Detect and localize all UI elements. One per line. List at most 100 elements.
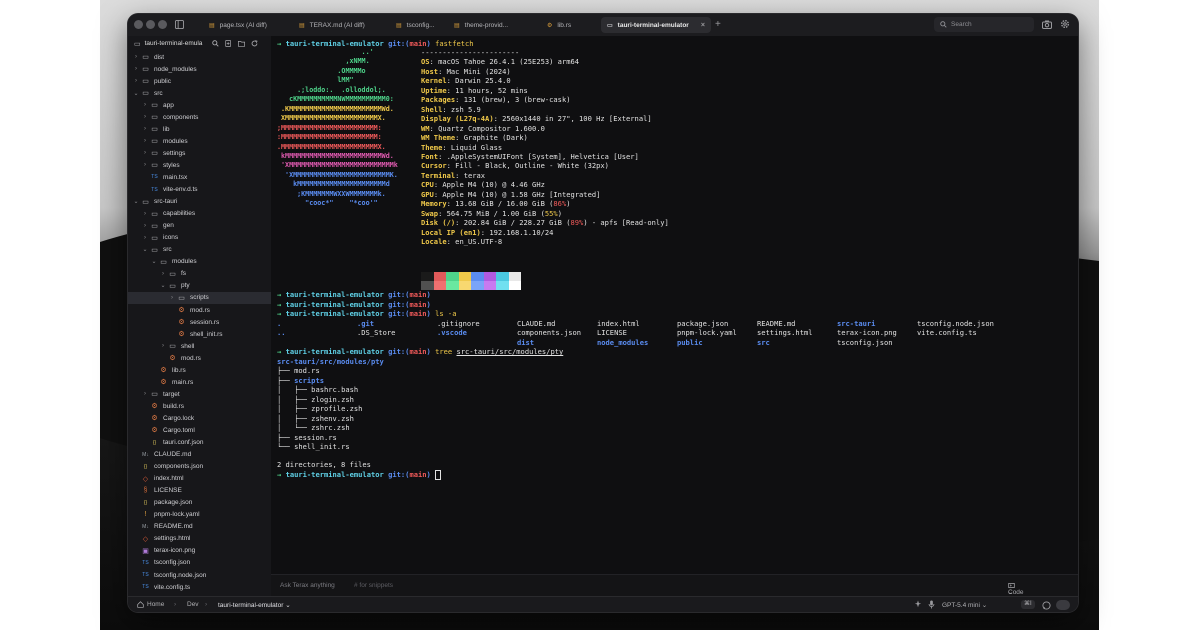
- tree-item-terax-icon-png[interactable]: ▣ terax-icon.png: [128, 545, 271, 557]
- tree-item-shell[interactable]: › ▭ shell: [128, 340, 271, 352]
- chevron-down-icon[interactable]: ⌄: [132, 90, 140, 97]
- tree-item-vite-env-d-ts[interactable]: TS vite-env.d.ts: [128, 184, 271, 196]
- wand-icon[interactable]: [914, 600, 922, 609]
- breadcrumb-home[interactable]: Home: [137, 601, 164, 608]
- tree-item-pnpm-lock-yaml[interactable]: ! pnpm-lock.yaml: [128, 509, 271, 521]
- chevron-down-icon[interactable]: ⌄: [132, 198, 140, 205]
- tree-item-src[interactable]: ⌄ ▭ src: [128, 244, 271, 256]
- close-tab-icon[interactable]: ×: [701, 22, 705, 29]
- tree-item-vite-config-ts[interactable]: TS vite.config.ts: [128, 581, 271, 593]
- terminal-output[interactable]: → tauri-terminal-emulator git:(main) fas…: [271, 36, 1078, 574]
- tree-item-shell-init-rs[interactable]: ⚙ shell_init.rs: [128, 328, 271, 340]
- search-input[interactable]: Search: [934, 17, 1034, 32]
- chevron-right-icon[interactable]: ›: [141, 138, 149, 144]
- tree-item-claude-md[interactable]: M↓ CLAUDE.md: [128, 449, 271, 461]
- color-swatch: [421, 272, 434, 281]
- chevron-right-icon[interactable]: ›: [141, 223, 149, 229]
- tree-item-readme-md[interactable]: M↓ README.md: [128, 521, 271, 533]
- tree-item-lib[interactable]: › ▭ lib: [128, 123, 271, 135]
- tree-item-settings[interactable]: › ▭ settings: [128, 147, 271, 159]
- tree-item-target[interactable]: › ▭ target: [128, 388, 271, 400]
- tree-item-cargo-toml[interactable]: ⚙ Cargo.toml: [128, 424, 271, 436]
- gear-icon[interactable]: [1060, 19, 1070, 29]
- avatar[interactable]: [1056, 600, 1070, 610]
- tree-item-app[interactable]: › ▭ app: [128, 99, 271, 111]
- chevron-right-icon[interactable]: ›: [132, 66, 140, 72]
- tree-item-src-tauri[interactable]: ⌄ ▭ src-tauri: [128, 196, 271, 208]
- refresh-icon[interactable]: [251, 40, 258, 47]
- chevron-right-icon[interactable]: ›: [168, 295, 176, 301]
- tree-item-icons[interactable]: › ▭ icons: [128, 232, 271, 244]
- tree-item-components[interactable]: › ▭ components: [128, 111, 271, 123]
- tree-item-scripts[interactable]: › ▭ scripts: [128, 291, 271, 304]
- breadcrumb-dev[interactable]: Dev: [187, 601, 199, 608]
- tree-item-license[interactable]: § LICENSE: [128, 485, 271, 497]
- info-wm: WM: Quartz Compositor 1.600.0: [421, 123, 545, 133]
- tree-item-main-rs[interactable]: ⚙ main.rs: [128, 376, 271, 388]
- tree-item-tauri-conf-json[interactable]: {} tauri.conf.json: [128, 437, 271, 449]
- chevron-right-icon[interactable]: ›: [159, 343, 167, 349]
- chevron-right-icon[interactable]: ›: [132, 78, 140, 84]
- chevron-down-icon[interactable]: ⌄: [150, 258, 158, 265]
- chat-icon[interactable]: [1042, 600, 1051, 610]
- model-selector[interactable]: GPT-5.4 mini ⌄: [942, 601, 987, 609]
- tree-item-node-modules[interactable]: › ▭ node_modules: [128, 63, 271, 75]
- tree-item-fs[interactable]: › ▭ fs: [128, 268, 271, 280]
- new-file-icon[interactable]: [225, 40, 232, 47]
- chevron-right-icon[interactable]: ›: [141, 102, 149, 108]
- tab-terax-md-ai-diff[interactable]: ▤ TERAX.md (AI diff): [293, 17, 381, 33]
- info-theme: Theme: Liquid Glass: [421, 142, 503, 152]
- tab-lib-rs[interactable]: ⚙ lib.rs: [541, 17, 593, 33]
- tree-item-styles[interactable]: › ▭ styles: [128, 159, 271, 171]
- tree-item-build-rs[interactable]: ⚙ build.rs: [128, 400, 271, 412]
- new-folder-icon[interactable]: [238, 40, 245, 47]
- tree-item-gen[interactable]: › ▭ gen: [128, 220, 271, 232]
- chevron-right-icon[interactable]: ›: [141, 150, 149, 156]
- chevron-right-icon[interactable]: ›: [141, 235, 149, 241]
- search-files-icon[interactable]: [212, 40, 219, 47]
- chevron-right-icon[interactable]: ›: [141, 211, 149, 217]
- tree-item-public[interactable]: › ▭ public: [128, 75, 271, 87]
- chevron-right-icon[interactable]: ›: [141, 162, 149, 168]
- tree-item-tsconfig-node-json[interactable]: TS tsconfig.node.json: [128, 569, 271, 581]
- tree-item-session-rs[interactable]: ⚙ session.rs: [128, 316, 271, 328]
- tree-item-main-tsx[interactable]: TS main.tsx: [128, 171, 271, 183]
- microphone-icon[interactable]: [928, 600, 935, 609]
- chevron-right-icon[interactable]: ›: [159, 271, 167, 277]
- tree-item-src[interactable]: ⌄ ▭ src: [128, 87, 271, 99]
- tab-page-tsx-ai-diff[interactable]: ▤ page.tsx (AI diff): [203, 17, 283, 33]
- ask-bar[interactable]: Ask Terax anything # for snippets Code R…: [271, 574, 1078, 603]
- tab-tsconfig[interactable]: ▤ tsconfig...: [390, 17, 440, 33]
- chevron-right-icon[interactable]: ›: [141, 114, 149, 120]
- tree-item-dist[interactable]: › ▭ dist: [128, 51, 271, 63]
- tree-item-cargo-lock[interactable]: ⚙ Cargo.lock: [128, 412, 271, 424]
- tree-item-pty[interactable]: ⌄ ▭ pty: [128, 280, 271, 292]
- tree-item-package-json[interactable]: {} package.json: [128, 497, 271, 509]
- new-tab-button[interactable]: +: [715, 17, 721, 33]
- tab-tauri-terminal-emulator[interactable]: ▭ tauri-terminal-emulator ×: [601, 17, 711, 33]
- tree-item-index-html[interactable]: ◇ index.html: [128, 473, 271, 485]
- chevron-down-icon[interactable]: ⌄: [141, 246, 149, 253]
- tree-item-lib-rs[interactable]: ⚙ lib.rs: [128, 364, 271, 376]
- tree-item-settings-html[interactable]: ◇ settings.html: [128, 533, 271, 545]
- tree-item-mod-rs[interactable]: ⚙ mod.rs: [128, 352, 271, 364]
- chevron-right-icon[interactable]: ›: [132, 54, 140, 60]
- tree-item-tsconfig-json[interactable]: TS tsconfig.json: [128, 557, 271, 569]
- tab-theme-provid[interactable]: ▤ theme-provid...: [448, 17, 533, 33]
- minimize-window-button[interactable]: [146, 20, 155, 29]
- chevron-right-icon[interactable]: ›: [141, 126, 149, 132]
- sidebar-toggle-icon[interactable]: [175, 20, 184, 29]
- tree-item-modules[interactable]: ⌄ ▭ modules: [128, 256, 271, 268]
- ask-input-placeholder[interactable]: Ask Terax anything: [280, 582, 335, 589]
- tree-item-capabilities[interactable]: › ▭ capabilities: [128, 208, 271, 220]
- chevron-down-icon[interactable]: ⌄: [159, 282, 167, 289]
- tree-item-modules[interactable]: › ▭ modules: [128, 135, 271, 147]
- mode-selector[interactable]: Code Reviewer ⌄: [1008, 582, 1035, 603]
- tree-item-mod-rs[interactable]: ⚙ mod.rs: [128, 304, 271, 316]
- close-window-button[interactable]: [134, 20, 143, 29]
- chevron-right-icon[interactable]: ›: [141, 391, 149, 397]
- breadcrumb-project[interactable]: tauri-terminal-emulator ⌄: [218, 601, 291, 609]
- camera-icon[interactable]: [1042, 20, 1052, 29]
- zoom-window-button[interactable]: [158, 20, 167, 29]
- tree-item-components-json[interactable]: {} components.json: [128, 461, 271, 473]
